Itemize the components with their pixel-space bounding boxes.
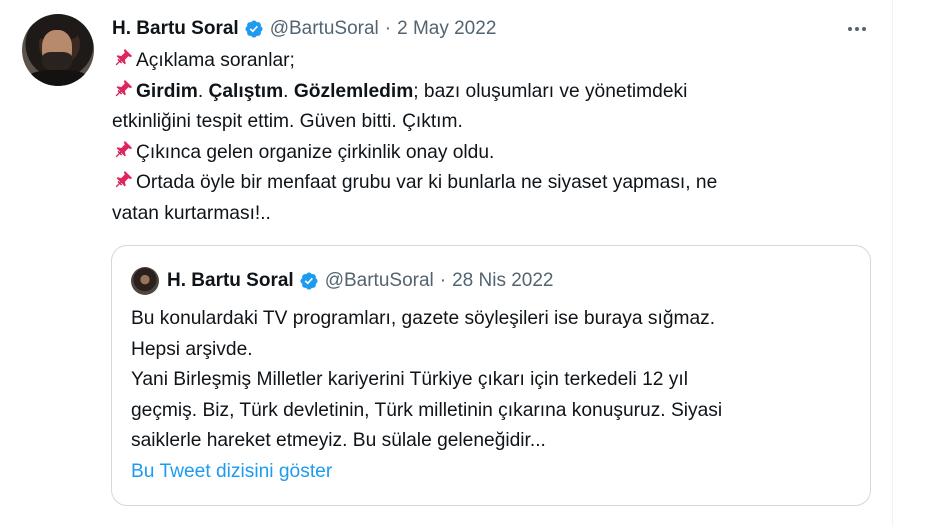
timeline-divider — [892, 0, 893, 526]
tweet-text: Açıklama soranlar; Girdim. Çalıştım. Göz… — [112, 46, 832, 229]
tweet-line: Girdim. Çalıştım. Gözlemledim; bazı oluş… — [112, 77, 832, 108]
tweet-line: Ortada öyle bir menfaat grubu var ki bun… — [112, 168, 832, 199]
quoted-line: saiklerle hareket etmeyiz. Bu sülale gel… — [131, 430, 546, 451]
quoted-tweet-text: Bu konulardaki TV programları, gazete sö… — [131, 304, 851, 457]
verified-badge-icon — [300, 272, 318, 290]
quoted-line: Yani Birleşmiş Milletler kariyerini Türk… — [131, 369, 688, 390]
tweet-line: etkinliğini tespit ettim. Güven bitti. Ç… — [112, 111, 463, 132]
show-thread-link[interactable]: Bu Tweet dizisini göster — [131, 461, 332, 483]
tweet-header: H. Bartu Soral @BartuSoral · 2 May 2022 — [112, 16, 496, 42]
author-name[interactable]: H. Bartu Soral — [112, 18, 239, 40]
tweet: H. Bartu Soral @BartuSoral · 2 May 2022 … — [0, 0, 892, 526]
quoted-line: Hepsi arşivde. — [131, 338, 253, 360]
quoted-author-handle: @BartuSoral — [324, 270, 434, 291]
pushpin-icon — [115, 48, 133, 66]
tweet-line: Açıklama soranlar; — [112, 46, 832, 77]
tweet-line: Çıkınca gelen organize çirkinlik onay ol… — [112, 138, 832, 169]
quoted-tweet-header: H. Bartu Soral @BartuSoral · 28 Nis 2022 — [131, 266, 554, 296]
quoted-author-name: H. Bartu Soral — [167, 270, 294, 291]
tweet-date[interactable]: 2 May 2022 — [397, 18, 496, 40]
quoted-tweet-date: 28 Nis 2022 — [452, 270, 554, 291]
meta-separator: · — [384, 18, 392, 39]
quoted-line: Bu konulardaki TV programları, gazete sö… — [131, 308, 716, 329]
author-avatar[interactable] — [22, 14, 94, 86]
verified-badge-icon — [245, 20, 263, 38]
meta-separator: · — [439, 270, 447, 291]
pushpin-icon — [115, 170, 133, 188]
more-dots-icon[interactable] — [840, 14, 874, 44]
quoted-author-avatar — [131, 267, 159, 295]
quoted-tweet[interactable]: H. Bartu Soral @BartuSoral · 28 Nis 2022… — [111, 245, 871, 506]
pushpin-icon — [115, 79, 133, 96]
tweet-line: vatan kurtarması!.. — [112, 202, 271, 224]
author-handle[interactable]: @BartuSoral — [270, 18, 379, 40]
pushpin-icon — [115, 140, 133, 157]
quoted-line: geçmiş. Biz, Türk devletinin, Türk mille… — [131, 399, 723, 421]
